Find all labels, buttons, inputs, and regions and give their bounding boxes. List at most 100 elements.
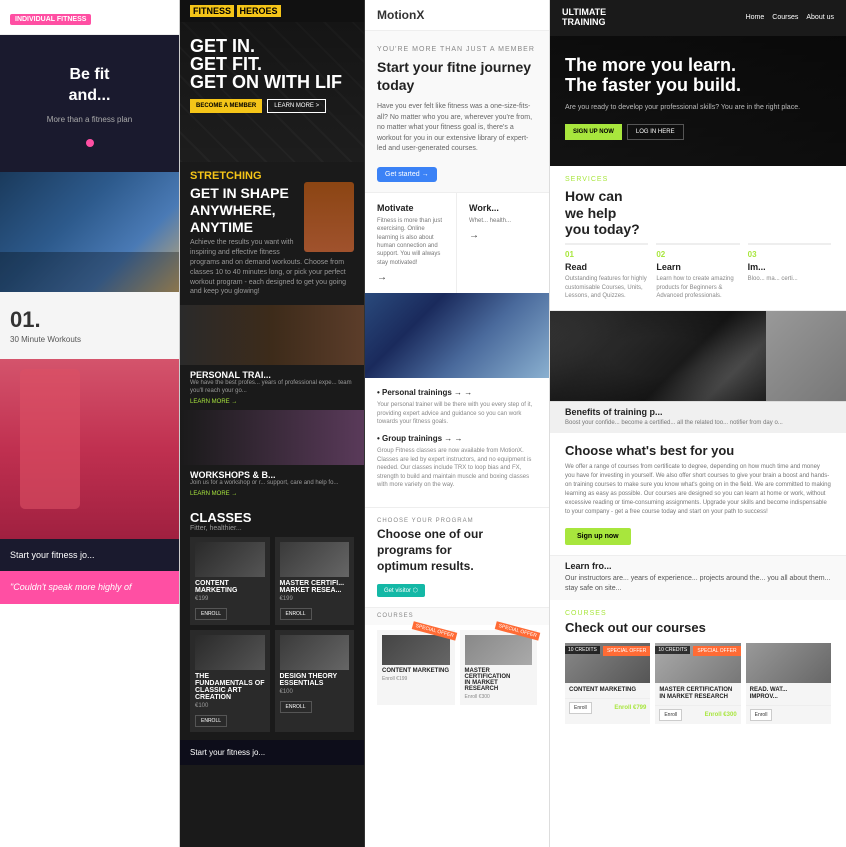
col3-motivate-arrow[interactable]: → [377, 272, 444, 283]
col3-header: MotionX [365, 0, 549, 31]
col2-workshop-title: WORKSHOPS & B... [190, 470, 354, 480]
col3-motionx: MotionX YOU'RE MORE THAN JUST A MEMBER S… [365, 0, 550, 847]
col1-quote-text: "Couldn't speak more highly of [10, 581, 169, 594]
col3-program-title: Choose one of our programs for optimum r… [377, 527, 537, 574]
col3-program-section: CHOOSE YOUR PROGRAM Choose one of our pr… [365, 507, 549, 607]
individual-fitness-badge: INDIVIDUAL FITNESS [10, 14, 91, 25]
col4-learn-section: Learn fro... Our instructors are... year… [550, 555, 846, 600]
col4-course-card-2: SPECIAL OFFER 10 CREDITS Master Certific… [655, 643, 740, 724]
col2-class-grid: CONTENT MARKETING €199 ENROLL MASTER CER… [190, 537, 354, 732]
col1-hero: Be fit and... More than a fitness plan [0, 35, 179, 172]
col2-workshop-text: Join us for a workshop or r... support, … [190, 480, 354, 488]
col3-motivate-text: Fitness is more than just exercising. On… [377, 217, 444, 267]
col4-services-section: SERVICES How can we help you today? 01 R… [550, 166, 846, 312]
col2-class-price-4: €100 [280, 689, 350, 695]
col1-fitness-image [0, 359, 179, 539]
col3-courses-label: COURSES [377, 613, 537, 619]
col4-enroll-btn-3[interactable]: Enroll [750, 709, 773, 721]
col4-logo: ULTIMATE TRAINING [562, 8, 606, 28]
col2-bottom-text: Start your fitness jo... [190, 748, 354, 757]
col3-course-price-2: Enroll €300 [465, 694, 533, 700]
col2-section-title: STRETCHING [190, 170, 354, 182]
col3-city-image [365, 293, 549, 378]
col4-aerial-inner [550, 311, 766, 401]
col4-course-info-2: Master Certification in Market Research [655, 683, 740, 705]
col3-course-list: SPECIAL OFFER Content Marketing Enroll €… [365, 625, 549, 710]
col4-course-price-1: Enroll €799 [614, 705, 646, 711]
col3-get-started-button[interactable]: Get started → [377, 167, 437, 182]
col4-course-info-1: Content Marketing [565, 683, 650, 698]
col4-header: ULTIMATE TRAINING Home Courses About us [550, 0, 846, 36]
col2-class-card-1: CONTENT MARKETING €199 ENROLL [190, 537, 270, 625]
col3-course-price-1: Enroll €199 [382, 676, 450, 682]
col4-login-button[interactable]: LOG IN HERE [627, 124, 684, 140]
col4-enroll-btn-1[interactable]: Enroll [569, 702, 592, 714]
col2-enroll-btn-4[interactable]: ENROLL [280, 701, 312, 713]
col4-enroll-btn-2[interactable]: Enroll [659, 709, 682, 721]
col4-side-images [766, 311, 846, 401]
col4-course-badge-1: SPECIAL OFFER [603, 646, 650, 656]
col3-personal-training-link[interactable]: • Personal trainings → [377, 388, 537, 397]
col3-work-arrow[interactable]: → [469, 230, 537, 241]
col2-logo-text: FITNESS [190, 5, 234, 17]
col4-service-text-3: Bloo... ma... certi... [748, 275, 831, 283]
become-member-button[interactable]: BECOME A MEMBER [190, 99, 262, 113]
col3-hero-title: Start your fitne journey today [377, 58, 537, 94]
col3-group-training-link[interactable]: • Group trainings → [377, 434, 537, 443]
col3-work-item: Work... Whet... health... → [457, 193, 549, 293]
col2-header: FITNESS HEROES [180, 0, 364, 22]
col4-nav-about[interactable]: About us [806, 14, 834, 21]
col3-get-visitor-button[interactable]: Get visitor ⬡ [377, 584, 425, 597]
col2-workshop-learn-more[interactable]: LEARN MORE → [190, 491, 354, 497]
col4-course-label-tag-1: 10 CREDITS [565, 646, 600, 654]
col2-class-card-3: THE FUNDAMENTALS OF CLASSIC ART CREATION… [190, 630, 270, 732]
col4-service-text-1: Outstanding features for highly customis… [565, 275, 648, 300]
col4-hero: The more you learn. The faster you build… [550, 36, 846, 166]
col2-class-title-4: DESIGN THEORY ESSENTIALS [280, 673, 350, 687]
col3-motivate-title: Motivate [377, 203, 444, 213]
col2-learn-more[interactable]: LEARN MORE → [190, 399, 354, 405]
col4-benefits-section: Benefits of training p... Boost your con… [550, 401, 846, 432]
learn-more-button[interactable]: LEARN MORE > [267, 99, 326, 113]
col2-hero-title: GET IN. GET FIT. GET ON WITH LIF [190, 37, 354, 91]
col2-logo-highlight: HEROES [237, 5, 281, 17]
col4-course-title-2: Master Certification in Market Research [659, 687, 736, 701]
col2-enroll-btn-3[interactable]: ENROLL [195, 715, 227, 727]
col2-buttons: BECOME A MEMBER LEARN MORE > [190, 99, 354, 113]
col2-classes-title: CLASSES [190, 510, 354, 525]
col4-signup-button[interactable]: SIGN UP NOW [565, 124, 622, 140]
col3-course-img-2 [465, 635, 533, 665]
col4-ultimate-training: ULTIMATE TRAINING Home Courses About us … [550, 0, 846, 847]
col4-nav: Home Courses About us [746, 14, 834, 21]
col4-signup2-button[interactable]: Sign up now [565, 528, 631, 545]
col3-course-grid: SPECIAL OFFER Content Marketing Enroll €… [377, 630, 537, 705]
main-container: INDIVIDUAL FITNESS Be fit and... More th… [0, 0, 846, 847]
col4-hero-sub: Are you ready to develop your profession… [565, 103, 831, 114]
col4-course-card-3: Read. Wat... Improv... Enroll [746, 643, 831, 724]
col4-logo-line2: TRAINING [562, 18, 606, 28]
col3-trainings-section: • Personal trainings → Your personal tra… [365, 378, 549, 507]
col4-service-1: 01 Read Outstanding features for highly … [565, 243, 648, 300]
col4-service-2: 02 Learn Learn how to create amazing pro… [656, 243, 739, 300]
col4-course-img-3 [746, 643, 831, 683]
col3-personal-text: Your personal trainer will be there with… [377, 401, 537, 426]
col4-courses-section: COURSES Check out our courses SPECIAL OF… [550, 600, 846, 734]
col1-hero-title: Be fit and... [15, 65, 164, 107]
col2-fitness-heroes: FITNESS HEROES GET IN. GET FIT. GET ON W… [180, 0, 365, 847]
col4-course-actions-2: Enroll Enroll €300 [655, 705, 740, 724]
col3-motivate-section: Motivate Fitness is more than just exerc… [365, 192, 549, 293]
col1-bottom-section: Start your fitness jo... [0, 539, 179, 572]
col2-enroll-btn-2[interactable]: ENROLL [280, 608, 312, 620]
col4-nav-home[interactable]: Home [746, 14, 765, 21]
col4-aerial-image [550, 311, 766, 401]
col2-enroll-btn-1[interactable]: ENROLL [195, 608, 227, 620]
col4-service-title-2: Learn [656, 262, 739, 272]
col3-course-card-1: SPECIAL OFFER Content Marketing Enroll €… [377, 630, 455, 705]
col4-course-title-1: Content Marketing [569, 687, 646, 694]
col2-trainer-image [180, 305, 364, 365]
col2-hero: GET IN. GET FIT. GET ON WITH LIF BECOME … [180, 22, 364, 162]
col4-service-title-1: Read [565, 262, 648, 272]
col4-course-actions-3: Enroll [746, 705, 831, 724]
col4-nav-courses[interactable]: Courses [772, 14, 798, 21]
col4-service-3: 03 Im... Bloo... ma... certi... [748, 243, 831, 300]
